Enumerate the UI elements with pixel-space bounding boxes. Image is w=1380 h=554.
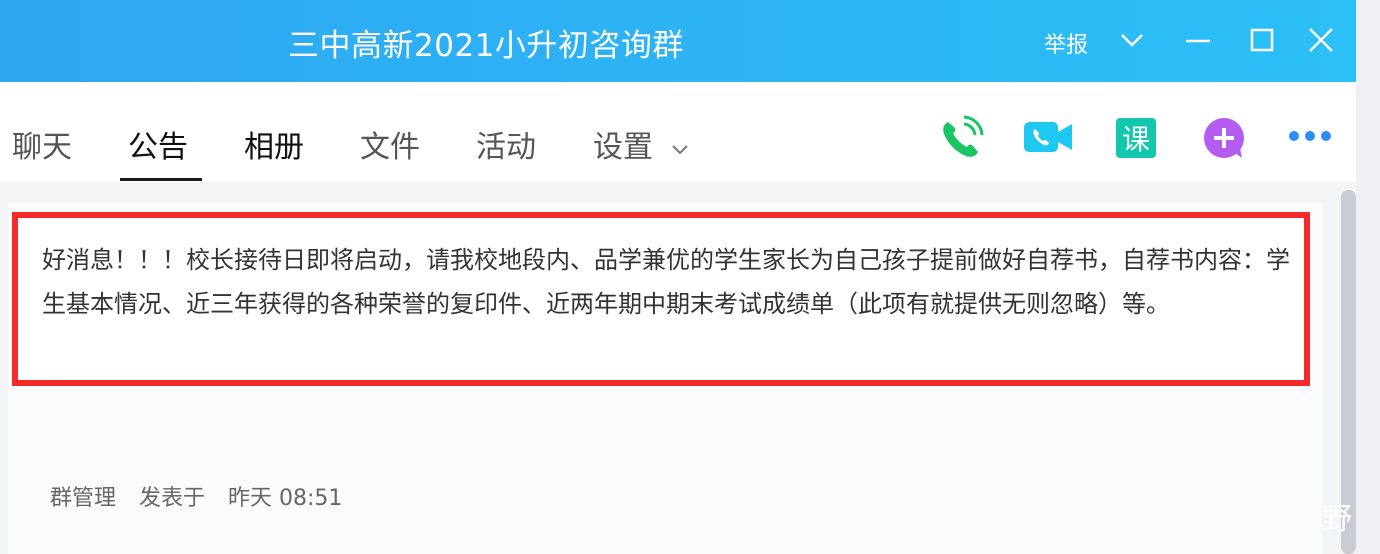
announcement-meta: 群管理 发表于 昨天 08:51 (50, 480, 358, 512)
chevron-down-icon (671, 144, 688, 154)
minimize-button[interactable] (1180, 22, 1216, 58)
more-icon (1289, 131, 1331, 141)
group-title: 三中高新2021小升初咨询群 (288, 28, 684, 64)
course-icon-label: 课 (1122, 123, 1150, 156)
tab-settings-label: 设置 (593, 130, 653, 165)
close-icon (1309, 28, 1333, 52)
report-button[interactable]: 举报 (1044, 27, 1088, 59)
voice-call-button[interactable] (934, 112, 986, 164)
dropdown-button[interactable] (1114, 22, 1150, 58)
video-call-button[interactable] (1022, 112, 1074, 164)
highlighted-announcement: 好消息！！！校长接待日即将启动，请我校地段内、品学兼优的学生家长为自己孩子提前做… (12, 212, 1310, 386)
phone-icon (943, 115, 984, 157)
tab-bar: 聊天 公告 相册 文件 活动 设置 课 (0, 82, 1356, 182)
course-icon: 课 (1116, 118, 1156, 158)
tab-activity[interactable]: 活动 (476, 122, 536, 166)
announcement-author[interactable]: 群管理 (50, 486, 116, 511)
watermark: 野 (1322, 502, 1352, 537)
active-tab-indicator (120, 178, 202, 181)
video-call-icon (1024, 122, 1072, 152)
more-button[interactable] (1284, 112, 1336, 164)
tab-announcement[interactable]: 公告 (128, 122, 188, 166)
tab-chat[interactable]: 聊天 (12, 122, 72, 166)
title-bar: 三中高新2021小升初咨询群 举报 (0, 0, 1356, 82)
add-icon (1204, 118, 1244, 158)
posted-time: 昨天 08:51 (228, 486, 343, 511)
announcement-text: 好消息！！！校长接待日即将启动，请我校地段内、品学兼优的学生家长为自己孩子提前做… (42, 246, 1290, 318)
maximize-button[interactable] (1244, 22, 1280, 58)
maximize-icon (1250, 28, 1274, 52)
tab-album[interactable]: 相册 (244, 122, 304, 166)
course-button[interactable]: 课 (1110, 112, 1162, 164)
group-chat-window: 三中高新2021小升初咨询群 举报 聊天 公告 相册 文件 活动 设置 课 好消… (0, 0, 1356, 554)
minimize-icon (1186, 39, 1210, 43)
add-app-button[interactable] (1198, 112, 1250, 164)
posted-label: 发表于 (139, 486, 206, 511)
tab-settings[interactable]: 设置 (593, 122, 691, 166)
close-button[interactable] (1303, 22, 1339, 58)
chevron-down-icon (1121, 34, 1143, 47)
tab-files[interactable]: 文件 (360, 122, 420, 166)
